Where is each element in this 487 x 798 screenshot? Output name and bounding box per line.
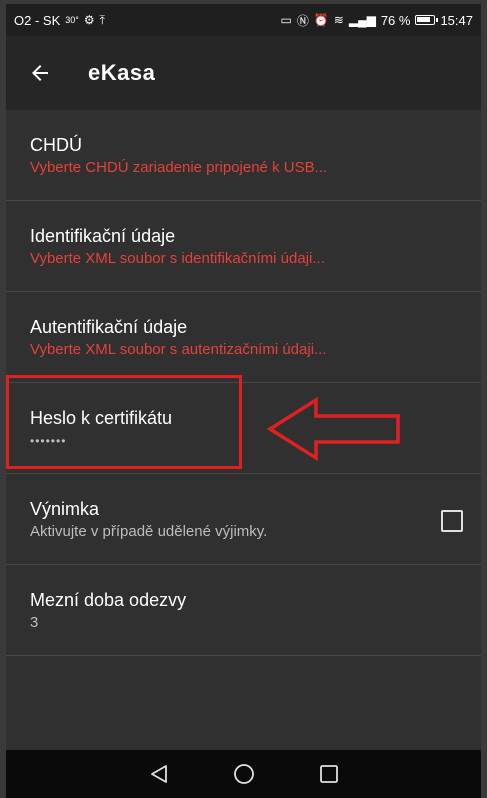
triangle-back-icon[interactable]: [145, 760, 173, 788]
upload-icon: ⤒: [99, 12, 105, 27]
setting-title: Mezní doba odezvy: [30, 590, 187, 610]
device-frame: O2 - SK 30° ⚙ ⤒ ▭ Ⓝ ⏰ ≋ ▂▄▆ 76 % 15:47 e…: [0, 0, 487, 798]
setting-chdu[interactable]: CHDÚ Vyberte CHDÚ zariadenie pripojené k…: [6, 110, 481, 201]
battery-percent: 76 %: [380, 12, 411, 28]
cast-icon: ▭: [280, 13, 292, 27]
setting-title: Identifikační údaje: [30, 226, 176, 246]
hotspot-icon: ⚙: [83, 13, 95, 27]
setting-authentication-data[interactable]: Autentifikační údaje Vyberte XML soubor …: [6, 292, 481, 383]
setting-certificate-password[interactable]: Heslo k certifikátu •••••••: [6, 383, 481, 474]
square-recents-icon[interactable]: [315, 760, 343, 788]
page-title: eKasa: [88, 60, 156, 85]
navigation-bar: [6, 750, 481, 798]
setting-identification-data[interactable]: Identifikační údaje Vyberte XML soubor s…: [6, 201, 481, 292]
password-mask: •••••••: [30, 434, 67, 448]
screen: O2 - SK 30° ⚙ ⤒ ▭ Ⓝ ⏰ ≋ ▂▄▆ 76 % 15:47 e…: [6, 4, 481, 798]
setting-subtitle: Vyberte XML soubor s identifikačními úda…: [30, 250, 325, 267]
setting-title: Autentifikační údaje: [30, 317, 188, 337]
setting-response-timeout[interactable]: Mezní doba odezvy 3: [6, 565, 481, 656]
app-bar: eKasa: [6, 36, 481, 110]
battery-icon: [415, 15, 439, 25]
signal-icon: ▂▄▆: [348, 13, 376, 27]
alarm-icon: ⏰: [313, 13, 329, 27]
status-left: O2 - SK 30° ⚙ ⤒: [14, 13, 105, 28]
setting-exemption[interactable]: Výnimka Aktivujte v případě udělené výji…: [6, 474, 481, 565]
clock: 15:47: [440, 12, 473, 28]
setting-subtitle: Vyberte XML soubor s autentizačními údaj…: [30, 341, 327, 358]
arrow-left-icon[interactable]: [24, 57, 56, 89]
status-right: ▭ Ⓝ ⏰ ≋ ▂▄▆ 76 % 15:47: [280, 12, 473, 29]
temperature-label: 30°: [65, 15, 79, 25]
carrier-label: O2 - SK: [14, 12, 61, 28]
circle-home-icon[interactable]: [230, 760, 258, 788]
status-bar: O2 - SK 30° ⚙ ⤒ ▭ Ⓝ ⏰ ≋ ▂▄▆ 76 % 15:47: [6, 4, 481, 36]
setting-title: CHDÚ: [30, 135, 82, 155]
setting-title: Heslo k certifikátu: [30, 408, 173, 428]
nfc-icon: Ⓝ: [296, 13, 309, 28]
wifi-icon: ≋: [333, 13, 344, 27]
setting-subtitle: Vyberte CHDÚ zariadenie pripojené k USB.…: [30, 159, 328, 176]
exemption-checkbox[interactable]: [441, 510, 463, 532]
setting-subtitle: 3: [30, 614, 39, 631]
setting-title: Výnimka: [30, 499, 100, 519]
settings-list: CHDÚ Vyberte CHDÚ zariadenie pripojené k…: [6, 110, 481, 656]
setting-subtitle: Aktivujte v případě udělené výjimky.: [30, 523, 268, 540]
